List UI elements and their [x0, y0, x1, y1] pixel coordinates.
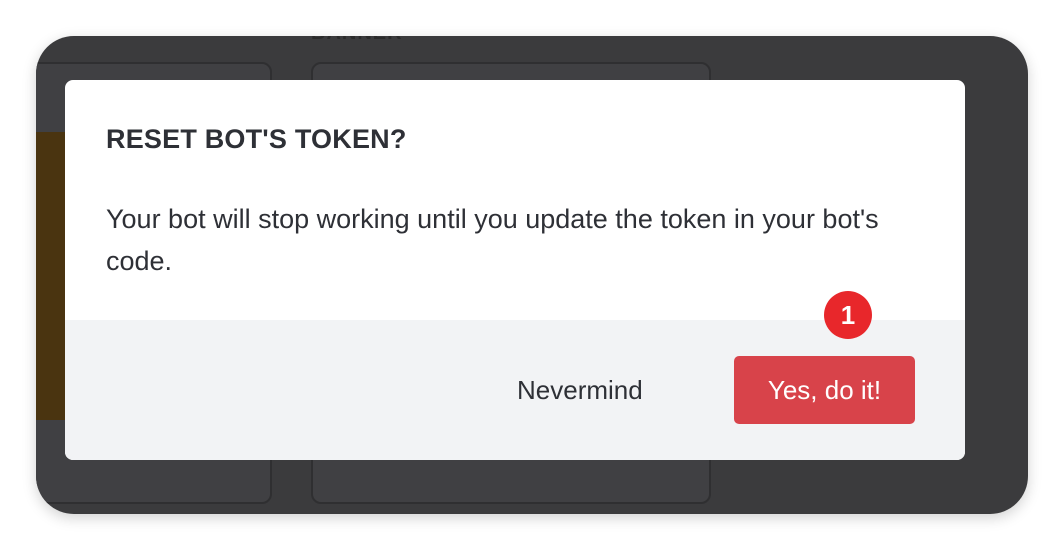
nevermind-button[interactable]: Nevermind	[517, 356, 643, 424]
dialog-message: Your bot will stop working until you upd…	[106, 204, 879, 276]
background-section-label: BANNER	[311, 36, 403, 45]
dialog-title: RESET BOT'S TOKEN?	[106, 124, 407, 154]
confirm-reset-button[interactable]: Yes, do it!	[734, 356, 915, 424]
dialog-footer: Nevermind Yes, do it!	[65, 320, 965, 460]
reset-token-dialog: RESET BOT'S TOKEN? Your bot will stop wo…	[65, 80, 965, 460]
step-number-badge: 1	[824, 291, 872, 339]
